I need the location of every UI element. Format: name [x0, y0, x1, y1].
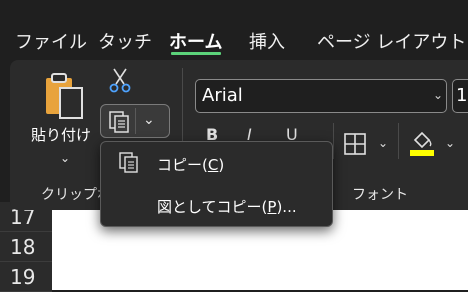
- toolbar-separator: [398, 123, 399, 159]
- tab-home[interactable]: ホーム: [169, 28, 222, 54]
- scissors-icon[interactable]: [106, 66, 134, 94]
- active-tab-indicator: [171, 52, 221, 55]
- tab-insert[interactable]: 挿入: [249, 28, 285, 54]
- chevron-down-icon[interactable]: ⌄: [143, 112, 155, 128]
- font-size-combo[interactable]: 1: [452, 79, 468, 113]
- fill-color-icon[interactable]: [409, 128, 435, 158]
- toolbar-separator: [333, 123, 334, 159]
- chevron-down-icon[interactable]: ⌄: [60, 151, 70, 165]
- menu-item-copy[interactable]: コピー(C): [101, 146, 332, 182]
- menu-item-label: 図としてコピー(P)...: [157, 198, 297, 216]
- ribbon-tabs: ファイル タッチ ホーム 挿入 ページ レイアウト: [0, 0, 468, 60]
- font-name-value: Arial: [202, 85, 243, 106]
- copy-dropdown-menu: コピー(C) 図としてコピー(P)...: [100, 141, 333, 227]
- row-number: 19: [10, 265, 36, 289]
- borders-icon[interactable]: [344, 133, 366, 155]
- fill-color-swatch: [410, 150, 434, 156]
- tab-page-layout[interactable]: ページ レイアウト: [317, 28, 466, 54]
- font-name-combo[interactable]: Arial ⌄: [195, 79, 447, 113]
- copy-icon: [109, 111, 129, 133]
- font-group-label: フォント: [352, 187, 408, 203]
- row-header-18[interactable]: 18: [0, 232, 52, 262]
- copy-split-button[interactable]: ⌄: [100, 104, 170, 138]
- menu-item-label: コピー(C): [157, 156, 225, 174]
- row-number: 18: [10, 235, 36, 259]
- font-size-value: 1: [456, 85, 468, 106]
- copy-icon: [119, 152, 138, 173]
- split-divider: [135, 108, 136, 134]
- paste-label: 貼り付け: [31, 126, 92, 144]
- chevron-down-icon[interactable]: ⌄: [445, 136, 455, 150]
- clipboard-icon: [46, 73, 83, 119]
- chevron-down-icon[interactable]: ⌄: [433, 88, 443, 102]
- row-header-19[interactable]: 19: [0, 262, 52, 292]
- chevron-down-icon[interactable]: ⌄: [378, 136, 388, 150]
- tab-file[interactable]: ファイル: [15, 28, 87, 54]
- menu-item-copy-as-picture[interactable]: 図としてコピー(P)...: [101, 188, 332, 224]
- tab-touch[interactable]: タッチ: [98, 28, 152, 54]
